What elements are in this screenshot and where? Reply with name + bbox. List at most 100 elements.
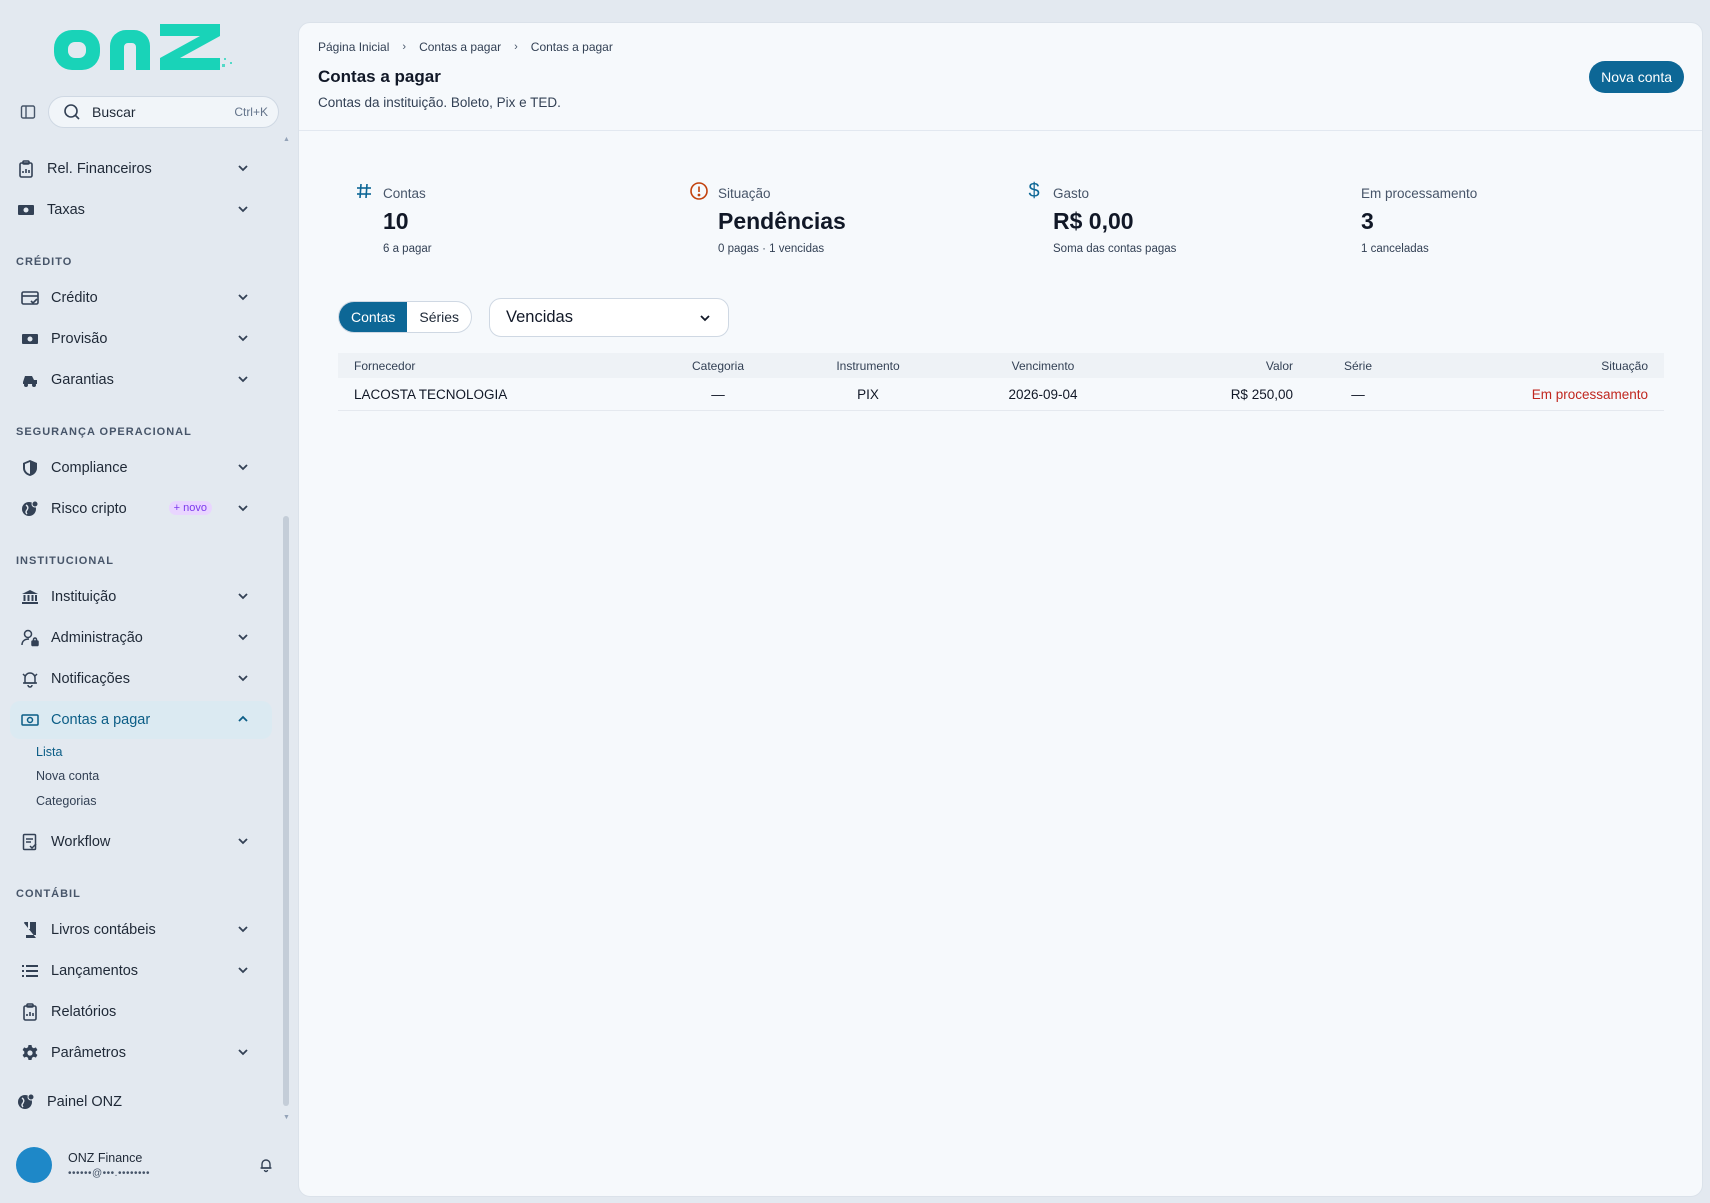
avatar[interactable] [16, 1147, 52, 1183]
chevron-down-icon [236, 161, 250, 175]
tab-series[interactable]: Séries [407, 302, 471, 332]
sidebar-item-lancamentos[interactable]: Lançamentos [10, 952, 272, 990]
sidebar-item-contas-a-pagar[interactable]: Contas a pagar [10, 701, 272, 739]
sidebar-subitem-categorias[interactable]: Categorias [36, 794, 96, 808]
page-header: Página Inicial › Contas a pagar › Contas… [299, 23, 1702, 131]
globe-icon [20, 499, 40, 519]
sidebar-item-instituicao[interactable]: Instituição [10, 578, 272, 616]
hash-icon [354, 181, 374, 201]
sidebar-subitem-nova-conta[interactable]: Nova conta [36, 769, 99, 783]
chevron-down-icon [236, 460, 250, 474]
sidebar-item-provisao[interactable]: Provisão [10, 320, 272, 358]
chevron-down-icon [236, 501, 250, 515]
sidebar-item-parametros[interactable]: Parâmetros [10, 1034, 272, 1072]
scroll-down-arrow-icon[interactable]: ▼ [283, 1114, 290, 1121]
table-row[interactable]: LACOSTA TECNOLOGIA — PIX 2026-09-04 R$ 2… [338, 378, 1664, 411]
sidebar-item-label: Provisão [51, 331, 108, 347]
sidebar-item-label: Taxas [47, 202, 85, 218]
cell-categoria: — [711, 386, 725, 402]
stat-note: 0 pagas · 1 vencidas [718, 243, 825, 255]
sidebar: onz Ctrl+K ▲ ▼ Rel. Financeiros Taxas CR… [0, 0, 296, 1203]
sidebar-item-livros-contabeis[interactable]: Livros contábeis [10, 911, 272, 949]
scroll-up-arrow-icon[interactable]: ▲ [283, 136, 290, 143]
onz-logo[interactable]: onz [54, 20, 238, 76]
col-serie[interactable]: Série [1293, 359, 1423, 373]
cell-situacao: Em processamento [1531, 386, 1648, 402]
accounts-table: Fornecedor Categoria Instrumento Vencime… [338, 353, 1664, 411]
stat-note: 1 canceladas [1361, 243, 1429, 255]
sidebar-item-rel-financeiros[interactable]: Rel. Financeiros [10, 150, 272, 188]
logo-graphic [54, 24, 232, 70]
car-icon [20, 370, 40, 390]
search-icon [63, 103, 81, 121]
chevron-down-icon [236, 922, 250, 936]
sidebar-item-relatorios[interactable]: Relatórios [10, 993, 272, 1031]
table-header: Fornecedor Categoria Instrumento Vencime… [338, 353, 1664, 378]
stat-contas: Contas 10 6 a pagar [354, 181, 614, 271]
chevron-down-icon [236, 202, 250, 216]
col-valor[interactable]: Valor [1118, 359, 1293, 373]
sidebar-item-compliance[interactable]: Compliance [10, 449, 272, 487]
breadcrumb-contas-a-pagar[interactable]: Contas a pagar [419, 40, 501, 54]
stat-label: Contas [383, 186, 426, 201]
sidebar-subitem-lista[interactable]: Lista [36, 745, 62, 759]
sidebar-item-workflow[interactable]: Workflow [10, 823, 272, 861]
sidebar-item-credito[interactable]: Crédito [10, 279, 272, 317]
col-instrumento[interactable]: Instrumento [768, 359, 968, 373]
alert-circle-icon [689, 181, 709, 201]
user-profile[interactable]: ONZ Finance ••••••@•••.•••••••• [0, 1140, 296, 1190]
clipboard-chart-icon [16, 159, 36, 179]
chevron-right-icon: › [402, 41, 407, 53]
bell-icon[interactable] [258, 1157, 274, 1173]
sidebar-item-risco-cripto[interactable]: Risco cripto + novo [10, 490, 272, 528]
sidebar-item-label: Crédito [51, 290, 98, 306]
globe-icon [16, 1092, 36, 1112]
col-categoria[interactable]: Categoria [668, 359, 768, 373]
main-panel: Página Inicial › Contas a pagar › Contas… [298, 22, 1703, 1197]
sidebar-item-label: Rel. Financeiros [47, 161, 152, 177]
user-lock-icon [20, 628, 40, 648]
cell-serie: — [1351, 386, 1365, 402]
tab-contas[interactable]: Contas [339, 302, 408, 332]
sidebar-item-label: Garantias [51, 372, 114, 388]
bank-icon [20, 587, 40, 607]
page-title: Contas a pagar [318, 67, 441, 86]
sidebar-item-painel-onz[interactable]: Painel ONZ [10, 1083, 272, 1121]
chevron-down-icon [236, 671, 250, 685]
document-check-icon [20, 832, 40, 852]
col-vencimento[interactable]: Vencimento [968, 359, 1118, 373]
section-credito: CRÉDITO [16, 256, 73, 268]
sidebar-item-administracao[interactable]: Administração [10, 619, 272, 657]
new-account-button[interactable]: Nova conta [1589, 61, 1684, 93]
money-icon [16, 200, 36, 220]
stat-label: Gasto [1053, 186, 1090, 201]
sidebar-item-garantias[interactable]: Garantias [10, 361, 272, 399]
status-filter-value: Vencidas [506, 308, 573, 326]
chevron-down-icon [698, 311, 712, 325]
gear-icon [20, 1043, 40, 1063]
sidebar-item-notificacoes[interactable]: Notificações [10, 660, 272, 698]
stat-em-processamento: Em processamento 3 1 canceladas [1332, 181, 1592, 271]
stat-label: Em processamento [1361, 186, 1478, 201]
chevron-right-icon: › [514, 41, 518, 53]
new-badge: + novo [168, 501, 212, 515]
search-box[interactable]: Ctrl+K [48, 96, 279, 128]
section-institucional: INSTITUCIONAL [16, 555, 114, 567]
book-icon [20, 920, 40, 940]
chevron-down-icon [236, 372, 250, 386]
chevron-down-icon [236, 290, 250, 304]
status-filter-select[interactable]: Vencidas [489, 298, 729, 337]
sidebar-item-label: Contas a pagar [51, 712, 151, 728]
col-situacao[interactable]: Situação [1423, 359, 1664, 373]
col-fornecedor[interactable]: Fornecedor [338, 359, 668, 373]
sidebar-scrollbar[interactable] [283, 516, 289, 1106]
cell-fornecedor: LACOSTA TECNOLOGIA [354, 386, 508, 402]
view-tabs: Contas Séries [338, 301, 473, 333]
search-input[interactable] [92, 104, 212, 120]
sidebar-item-label: Lançamentos [51, 963, 139, 979]
sidebar-item-taxas[interactable]: Taxas [10, 191, 272, 229]
stat-value: R$ 0,00 [1053, 208, 1134, 234]
breadcrumb-home[interactable]: Página Inicial [318, 40, 389, 54]
stat-note: 6 a pagar [383, 243, 432, 255]
sidebar-toggle-icon[interactable] [16, 101, 40, 123]
